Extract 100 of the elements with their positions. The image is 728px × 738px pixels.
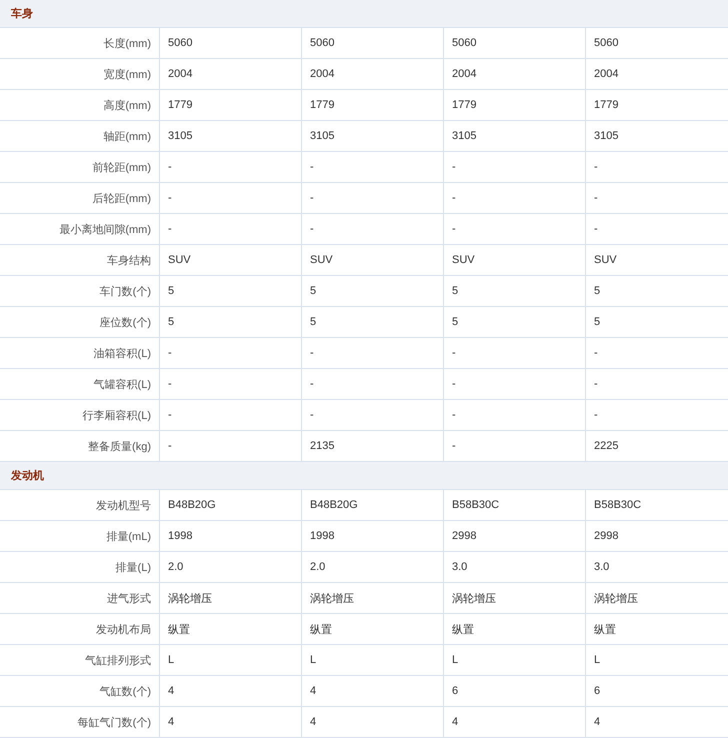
table-cell: - [444,369,586,399]
table-cell: 4 [302,676,444,706]
table-cell: 4 [302,707,444,737]
table-cell: - [160,183,302,213]
row-label: 高度(mm) [0,90,160,120]
table-cell-text: 5 [593,315,602,330]
table-cell: L [444,645,586,675]
table-cell-text: 2225 [593,439,620,454]
row-label: 气缸排列形式 [0,645,160,675]
table-cell: - [302,214,444,244]
table-cell-text: - [593,191,599,206]
row-label: 车门数(个) [0,276,160,306]
section-title: 车身 [11,6,33,21]
table-cell: 3105 [302,121,444,151]
table-cell: - [302,400,444,430]
row-label: 气缸数(个) [0,676,160,706]
table-cell: 纵置 [302,614,444,644]
row-label: 排量(mL) [0,521,160,551]
table-cell: 1779 [160,90,302,120]
row-label: 整备质量(kg) [0,431,160,461]
table-cell: SUV [444,245,586,275]
row-label: 发动机布局 [0,614,160,644]
table-cell: 4 [160,676,302,706]
table-cell: 2135 [302,431,444,461]
table-cell: 5060 [302,28,444,58]
table-cell: 2.0 [160,552,302,582]
table-cell: - [444,183,586,213]
table-cell: 1998 [302,521,444,551]
table-cell: 2004 [160,59,302,89]
table-cell: - [444,431,586,461]
table-cell-text: 2004 [593,67,620,82]
table-cell: B58B30C [444,490,586,520]
table-cell-text: 2998 [593,529,620,544]
table-cell: B48B20G [160,490,302,520]
table-cell: 涡轮增压 [160,583,302,613]
row-label: 前轮距(mm) [0,152,160,182]
table-cell: 2998 [444,521,586,551]
table-cell: - [444,338,586,368]
table-cell-text: 3.0 [593,560,610,575]
table-cell: - [302,183,444,213]
table-cell: 1779 [302,90,444,120]
row-label: 进气形式 [0,583,160,613]
table-cell: 涡轮增压 [444,583,586,613]
table-cell-text: 1779 [593,98,620,113]
table-cell-text: 纵置 [593,622,617,638]
table-cell: 4 [160,707,302,737]
table-cell: - [302,338,444,368]
table-cell: - [160,338,302,368]
table-cell: 3.0 [444,552,586,582]
table-cell: 5 [302,307,444,337]
table-cell-text: 4 [593,715,602,730]
row-label: 气罐容积(L) [0,369,160,399]
table-cell: 5 [444,307,586,337]
row-label: 发动机型号 [0,490,160,520]
table-cell-text: 5 [593,284,602,299]
table-cell: SUV [160,245,302,275]
table-cell: 1998 [160,521,302,551]
table-cell-text: 3105 [593,129,620,144]
table-cell: - [160,400,302,430]
table-cell-text: 5060 [593,36,620,51]
row-label: 油箱容积(L) [0,338,160,368]
table-cell-text: B58B30C [593,498,642,513]
row-label: 车身结构 [0,245,160,275]
table-cell: - [302,152,444,182]
row-label: 宽度(mm) [0,59,160,89]
table-cell: 5 [160,276,302,306]
table-cell: 5060 [444,28,586,58]
table-cell: 3105 [160,121,302,151]
table-cell-text: 6 [593,684,602,699]
table-cell-text: 涡轮增压 [593,592,639,606]
table-cell: 纵置 [160,614,302,644]
table-cell-text: - [593,408,599,423]
table-cell: 5060 [160,28,302,58]
table-cell: B48B20G [302,490,444,520]
table-cell: SUV [302,245,444,275]
row-label: 轴距(mm) [0,121,160,151]
table-cell: 涡轮增压 [302,583,444,613]
table-cell: - [160,152,302,182]
row-label: 最小离地间隙(mm) [0,214,160,244]
table-cell: 5 [160,307,302,337]
table-cell: 6 [444,676,586,706]
table-cell-text: - [593,222,599,237]
table-cell: - [444,400,586,430]
table-cell: - [444,214,586,244]
table-cell: 5 [302,276,444,306]
row-label: 座位数(个) [0,307,160,337]
table-cell: 4 [444,707,586,737]
table-cell: - [160,214,302,244]
table-cell-text: L [593,653,602,668]
table-cell: 5 [444,276,586,306]
table-cell: 2004 [444,59,586,89]
table-cell: - [444,152,586,182]
row-label: 排量(L) [0,552,160,582]
table-cell: - [160,369,302,399]
table-cell: 2004 [302,59,444,89]
row-label: 每缸气门数(个) [0,707,160,737]
table-cell: - [160,431,302,461]
row-label: 后轮距(mm) [0,183,160,213]
section-title: 发动机 [11,468,44,483]
table-cell: - [302,369,444,399]
